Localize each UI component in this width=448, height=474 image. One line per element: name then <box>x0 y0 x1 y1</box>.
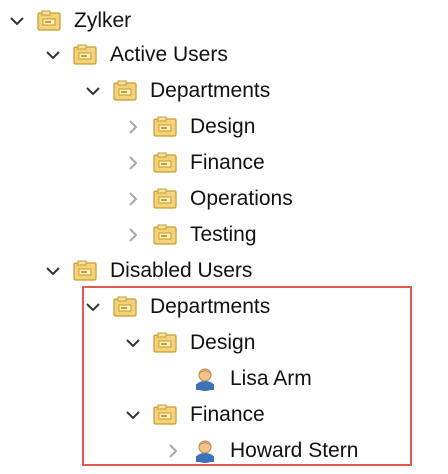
folder-icon <box>152 402 178 428</box>
chevron-right-icon[interactable] <box>162 440 184 462</box>
tree-node-design[interactable]: Design <box>122 326 255 360</box>
tree-node-design[interactable]: Design <box>122 110 255 144</box>
folder-icon <box>152 150 178 176</box>
tree-node-label: Disabled Users <box>110 259 253 282</box>
tree-node-testing[interactable]: Testing <box>122 218 257 252</box>
tree-node-label: Testing <box>190 223 257 246</box>
tree-node-user[interactable]: Howard Stern <box>162 434 358 468</box>
folder-icon <box>152 114 178 140</box>
tree-node-finance[interactable]: Finance <box>122 398 265 432</box>
tree-node-departments[interactable]: Departments <box>82 290 270 324</box>
tree-node-user[interactable]: Lisa Arm <box>162 362 312 396</box>
folder-icon <box>152 186 178 212</box>
tree-node-label: Zylker <box>74 9 132 32</box>
tree-node-departments[interactable]: Departments <box>82 74 270 108</box>
tree-node-label: Finance <box>190 403 265 426</box>
user-icon <box>192 366 218 392</box>
folder-icon <box>152 222 178 248</box>
chevron-right-icon[interactable] <box>122 188 144 210</box>
chevron-down-icon[interactable] <box>122 332 144 354</box>
folder-icon <box>152 330 178 356</box>
tree-node-finance[interactable]: Finance <box>122 146 265 180</box>
tree-node-label: Departments <box>150 295 271 318</box>
tree-node-label: Design <box>190 115 256 138</box>
folder-icon <box>112 294 138 320</box>
chevron-down-icon[interactable] <box>122 404 144 426</box>
chevron-down-icon[interactable] <box>82 296 104 318</box>
user-icon <box>192 438 218 464</box>
folder-icon <box>72 42 98 68</box>
chevron-down-icon[interactable] <box>6 10 28 32</box>
folder-icon <box>112 78 138 104</box>
tree-node-active-users[interactable]: Active Users <box>42 38 228 72</box>
chevron-right-icon[interactable] <box>122 152 144 174</box>
tree-node-label: Lisa Arm <box>230 367 312 390</box>
folder-icon <box>36 8 62 34</box>
tree-node-label: Operations <box>190 187 293 210</box>
tree-node-operations[interactable]: Operations <box>122 182 293 216</box>
chevron-right-icon[interactable] <box>122 224 144 246</box>
tree-node-disabled-users[interactable]: Disabled Users <box>42 254 252 288</box>
chevron-down-icon[interactable] <box>42 260 64 282</box>
tree-node-label: Design <box>190 331 256 354</box>
tree-node-label: Finance <box>190 151 265 174</box>
chevron-right-icon[interactable] <box>122 116 144 138</box>
tree-node-zylker[interactable]: Zylker <box>6 4 131 38</box>
tree-node-label: Active Users <box>110 43 228 66</box>
tree-node-label: Howard Stern <box>230 439 359 462</box>
tree-node-label: Departments <box>150 79 271 102</box>
folder-icon <box>72 258 98 284</box>
tree-view: Zylker Active Users Departments Design F… <box>0 0 448 474</box>
chevron-down-icon[interactable] <box>82 80 104 102</box>
chevron-down-icon[interactable] <box>42 44 64 66</box>
